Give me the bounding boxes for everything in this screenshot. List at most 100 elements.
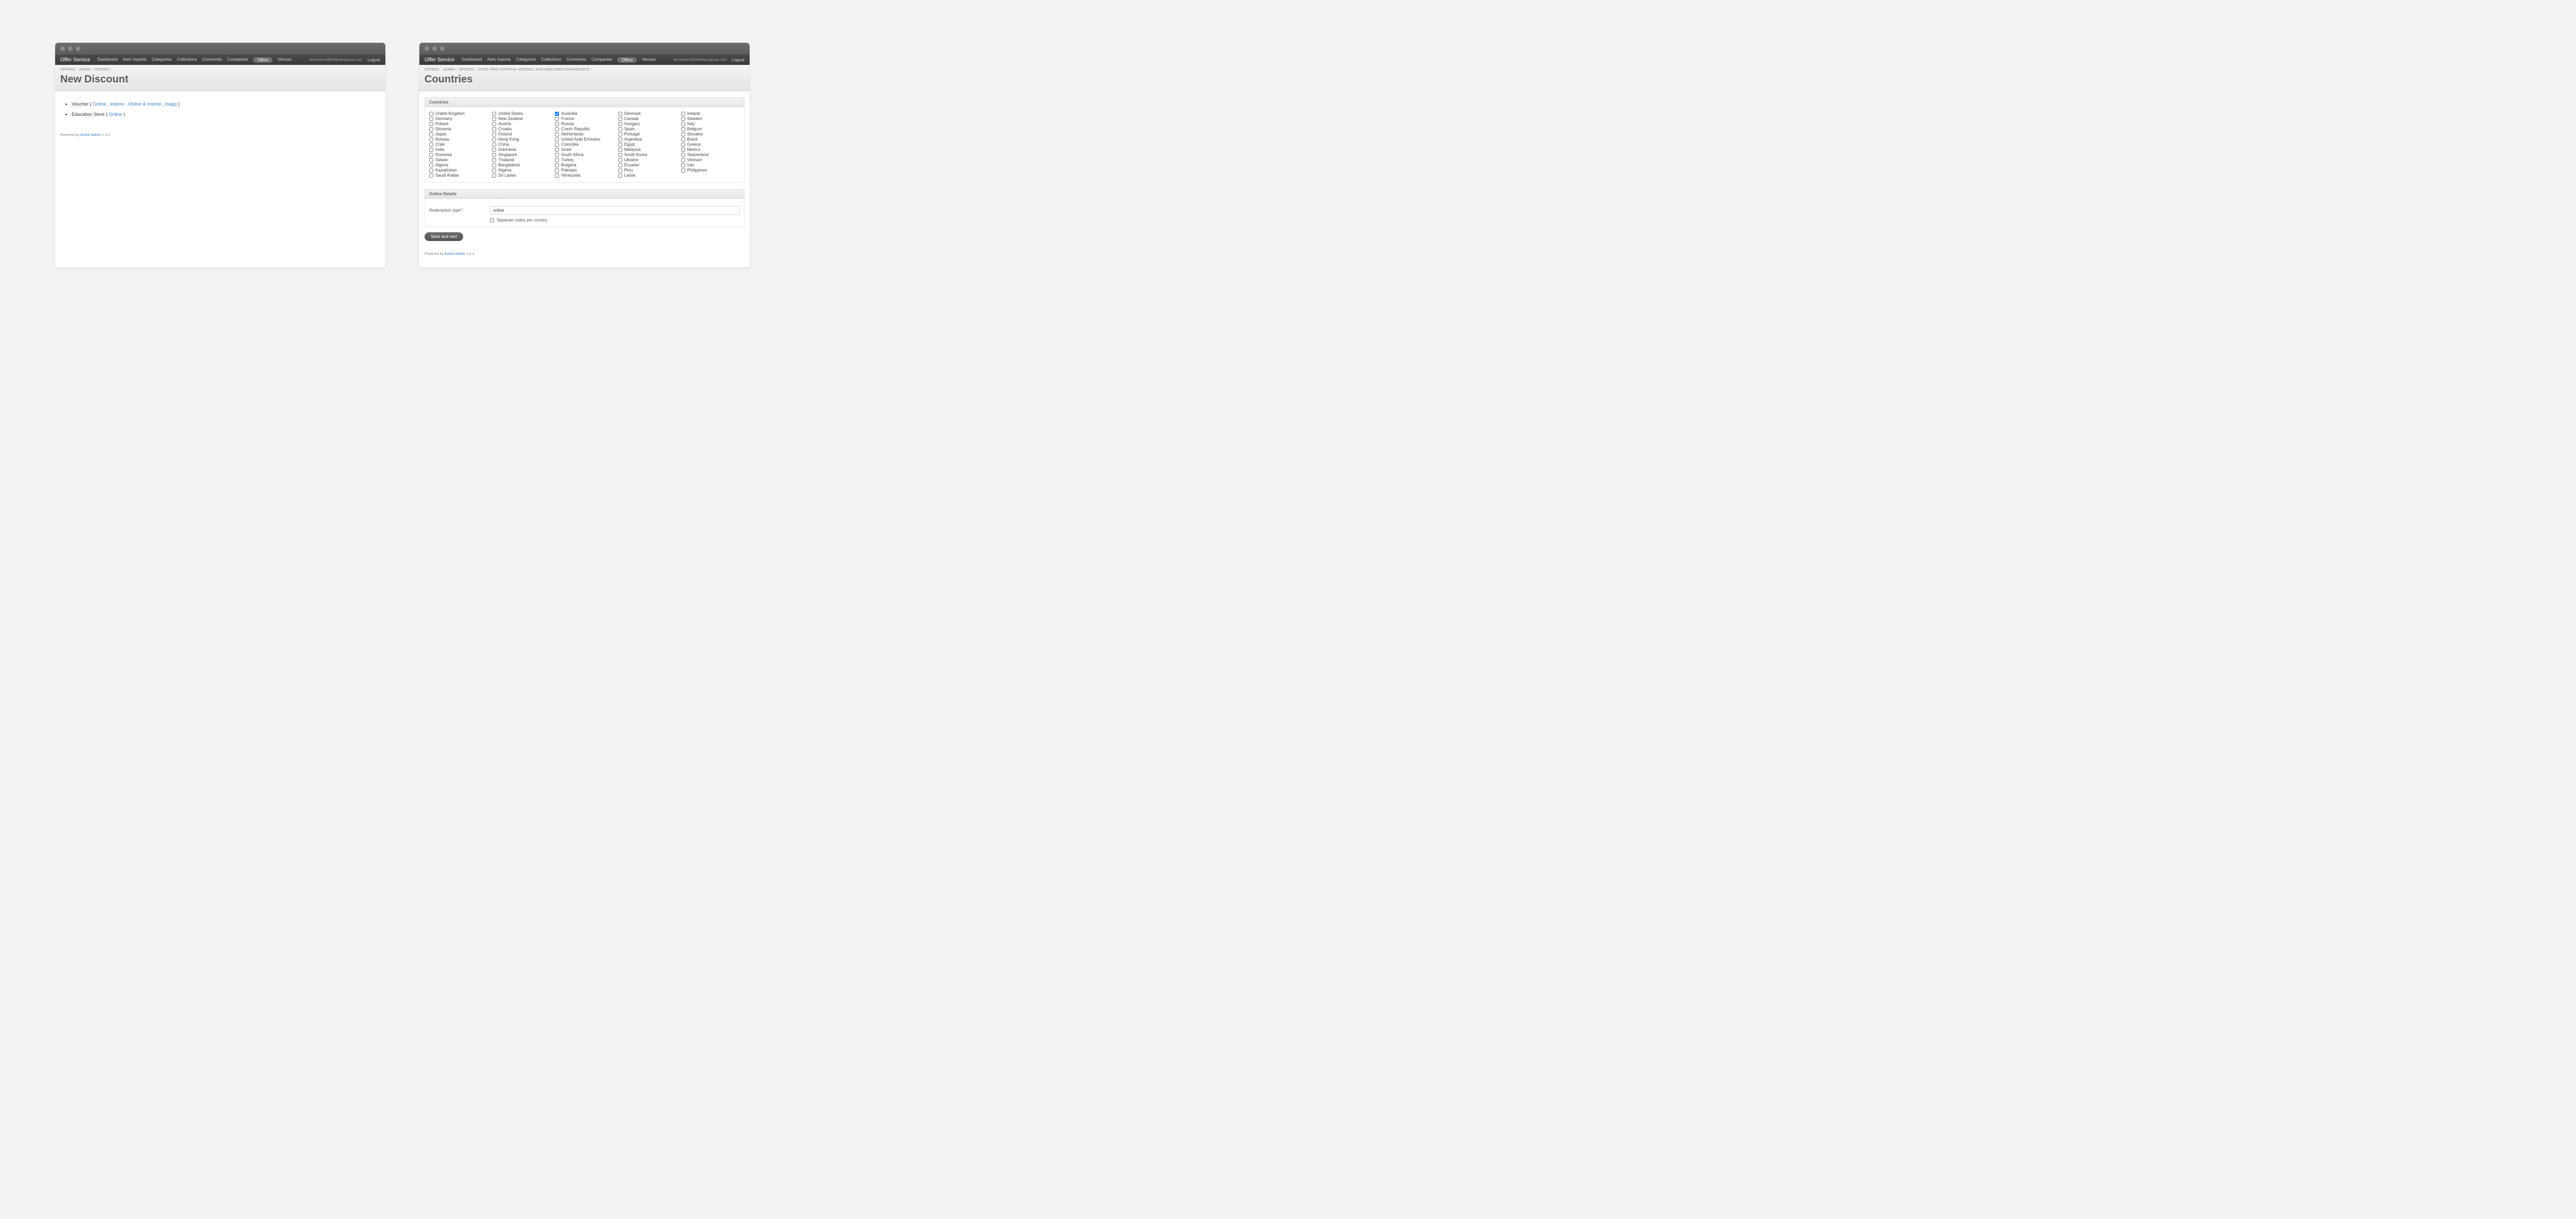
country-option[interactable]: Switzerland xyxy=(681,152,740,157)
country-checkbox[interactable] xyxy=(492,138,496,142)
country-option[interactable]: Australia xyxy=(555,111,614,116)
channel-link-online[interactable]: Online xyxy=(109,112,122,117)
country-option[interactable]: Chile xyxy=(429,142,488,147)
nav-item-offers[interactable]: Offers xyxy=(617,57,637,63)
country-checkbox[interactable] xyxy=(492,132,496,136)
country-checkbox[interactable] xyxy=(555,138,559,142)
nav-item-offers[interactable]: Offers xyxy=(253,57,273,63)
country-checkbox[interactable] xyxy=(492,127,496,131)
country-option[interactable]: Portugal xyxy=(618,132,677,136)
country-checkbox[interactable] xyxy=(555,158,559,162)
country-option[interactable]: Malaysia xyxy=(618,147,677,152)
breadcrumb-item[interactable]: OFFERS xyxy=(60,68,75,72)
country-checkbox[interactable] xyxy=(681,143,685,147)
country-checkbox[interactable] xyxy=(618,117,622,121)
country-option[interactable]: Philippines xyxy=(681,168,740,173)
country-option[interactable]: Brazil xyxy=(681,137,740,142)
nav-item-categories[interactable]: Categories xyxy=(151,57,172,63)
country-checkbox[interactable] xyxy=(492,143,496,147)
country-checkbox[interactable] xyxy=(681,138,685,142)
nav-item-venues[interactable]: Venues xyxy=(642,57,656,63)
country-checkbox[interactable] xyxy=(429,138,433,142)
nav-item-dashboard[interactable]: Dashboard xyxy=(462,57,482,63)
country-checkbox[interactable] xyxy=(555,143,559,147)
country-checkbox[interactable] xyxy=(429,117,433,121)
country-checkbox[interactable] xyxy=(618,127,622,131)
country-checkbox[interactable] xyxy=(492,117,496,121)
country-option[interactable]: Ireland xyxy=(681,111,740,116)
country-option[interactable]: India xyxy=(429,147,488,152)
country-option[interactable]: Japan xyxy=(429,132,488,136)
traffic-light-max[interactable] xyxy=(440,46,445,51)
country-checkbox[interactable] xyxy=(618,143,622,147)
country-option[interactable]: Belgium xyxy=(681,127,740,131)
country-checkbox[interactable] xyxy=(429,127,433,131)
nav-item-collections[interactable]: Collections xyxy=(541,57,561,63)
country-option[interactable]: Ukraine xyxy=(618,158,677,162)
country-option[interactable]: Czech Republic xyxy=(555,127,614,131)
country-checkbox[interactable] xyxy=(618,112,622,116)
traffic-light-close[interactable] xyxy=(425,46,429,51)
country-option[interactable]: Bulgaria xyxy=(555,163,614,167)
active-admin-link[interactable]: Active Admin xyxy=(445,252,465,256)
country-checkbox[interactable] xyxy=(681,148,685,152)
country-checkbox[interactable] xyxy=(681,163,685,167)
separate-codes-checkbox[interactable] xyxy=(490,218,494,222)
country-option[interactable]: Germany xyxy=(429,116,488,121)
logout-link[interactable]: Logout xyxy=(368,58,380,62)
country-checkbox[interactable] xyxy=(555,117,559,121)
country-option[interactable]: Colombia xyxy=(555,142,614,147)
country-checkbox[interactable] xyxy=(681,168,685,173)
country-checkbox[interactable] xyxy=(555,132,559,136)
country-checkbox[interactable] xyxy=(429,158,433,162)
breadcrumb-item[interactable]: ADMIN xyxy=(443,68,455,72)
country-checkbox[interactable] xyxy=(492,168,496,173)
country-checkbox[interactable] xyxy=(555,163,559,167)
country-checkbox[interactable] xyxy=(429,132,433,136)
country-option[interactable]: Iran xyxy=(681,163,740,167)
country-checkbox[interactable] xyxy=(618,174,622,178)
country-option[interactable]: Slovakia xyxy=(681,132,740,136)
country-option[interactable]: Hong Kong xyxy=(492,137,551,142)
country-checkbox[interactable] xyxy=(492,112,496,116)
country-checkbox[interactable] xyxy=(681,117,685,121)
traffic-light-min[interactable] xyxy=(68,46,73,51)
country-checkbox[interactable] xyxy=(429,143,433,147)
country-checkbox[interactable] xyxy=(492,153,496,157)
country-option[interactable]: Denmark xyxy=(618,111,677,116)
country-option[interactable]: Greece xyxy=(681,142,740,147)
country-option[interactable]: China xyxy=(492,142,551,147)
country-option[interactable]: Algeria xyxy=(429,163,488,167)
nav-item-dashboard[interactable]: Dashboard xyxy=(97,57,117,63)
country-checkbox[interactable] xyxy=(618,132,622,136)
country-option[interactable]: United Kingdom xyxy=(429,111,488,116)
nav-item-awin-imports[interactable]: Awin Imports xyxy=(123,57,146,63)
country-option[interactable]: United States xyxy=(492,111,551,116)
country-option[interactable]: Netherlands xyxy=(555,132,614,136)
country-checkbox[interactable] xyxy=(681,112,685,116)
breadcrumb-item[interactable]: OFFERS xyxy=(425,68,439,72)
channel-link-inapp[interactable]: Inapp xyxy=(165,101,177,107)
country-checkbox[interactable] xyxy=(555,168,559,173)
country-option[interactable]: South Korea xyxy=(618,152,677,157)
country-option[interactable]: Argentina xyxy=(618,137,677,142)
country-option[interactable]: Hungary xyxy=(618,122,677,126)
nav-item-awin-imports[interactable]: Awin Imports xyxy=(487,57,511,63)
country-option[interactable]: Romania xyxy=(429,152,488,157)
country-option[interactable]: Indonesia xyxy=(492,147,551,152)
country-checkbox[interactable] xyxy=(618,153,622,157)
nav-item-venues[interactable]: Venues xyxy=(278,57,292,63)
country-checkbox[interactable] xyxy=(618,122,622,126)
country-checkbox[interactable] xyxy=(429,112,433,116)
country-checkbox[interactable] xyxy=(429,168,433,173)
country-checkbox[interactable] xyxy=(555,153,559,157)
country-option[interactable]: New Zealand xyxy=(492,116,551,121)
traffic-light-max[interactable] xyxy=(76,46,80,51)
breadcrumb-item[interactable]: OFFERS xyxy=(459,68,473,72)
country-option[interactable]: Poland xyxy=(429,122,488,126)
country-checkbox[interactable] xyxy=(681,127,685,131)
country-option[interactable]: United Arab Emirates xyxy=(555,137,614,142)
country-option[interactable]: Saudi Arabia xyxy=(429,173,488,178)
country-option[interactable]: Singapore xyxy=(492,152,551,157)
country-option[interactable]: South Africa xyxy=(555,152,614,157)
